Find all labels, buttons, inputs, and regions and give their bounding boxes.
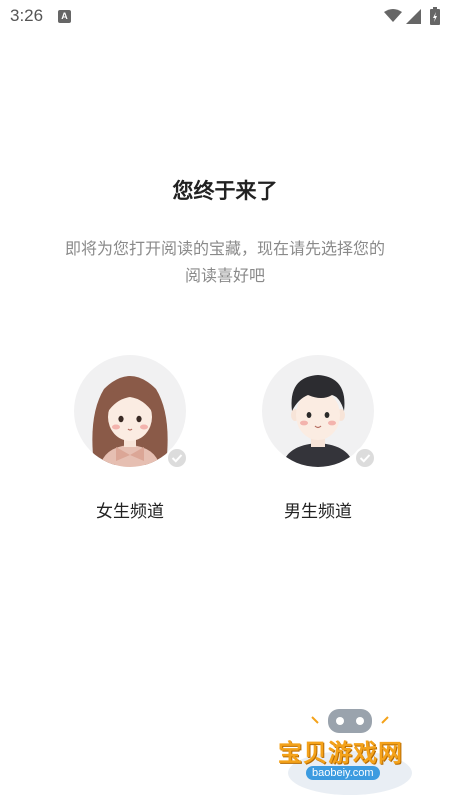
watermark-logo: 宝贝游戏网 baobeiy.com bbox=[270, 703, 430, 795]
watermark-url: baobeiy.com bbox=[306, 766, 380, 780]
male-channel-option[interactable]: 男生频道 bbox=[248, 355, 388, 522]
page-subtitle: 即将为您打开阅读的宝藏，现在请先选择您的阅读喜好吧 bbox=[64, 239, 385, 285]
female-avatar-wrap bbox=[74, 355, 188, 469]
status-time: 3:26 bbox=[10, 6, 44, 25]
status-bar: 3:26 A bbox=[0, 0, 450, 34]
signal-icon bbox=[406, 9, 421, 24]
female-channel-option[interactable]: 女生频道 bbox=[60, 355, 200, 522]
battery-icon bbox=[430, 7, 440, 25]
check-icon bbox=[354, 447, 376, 469]
wifi-icon bbox=[384, 9, 402, 22]
female-channel-label: 女生频道 bbox=[96, 502, 164, 522]
page-title: 您终于来了 bbox=[172, 179, 278, 203]
check-icon bbox=[166, 447, 188, 469]
male-avatar-wrap bbox=[262, 355, 376, 469]
male-channel-label: 男生频道 bbox=[284, 502, 352, 522]
watermark-text: 宝贝游戏网 bbox=[278, 739, 403, 767]
notification-icon: A bbox=[58, 10, 71, 23]
